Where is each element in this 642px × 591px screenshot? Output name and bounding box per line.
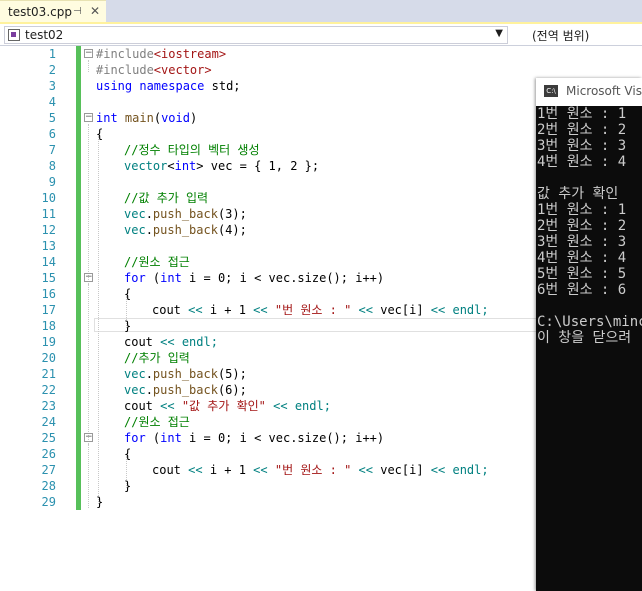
code-text: cout << i + 1 << "번 원소 : " << vec[i] << … bbox=[152, 303, 489, 317]
code-text: int main(void) bbox=[96, 111, 198, 125]
line-number: 18 bbox=[41, 319, 56, 333]
member-scope-value: (전역 범위) bbox=[532, 29, 590, 43]
document-tab-strip: test03.cpp ⊣ ✕ bbox=[0, 0, 642, 24]
line-number: 16 bbox=[41, 287, 56, 301]
line-number: 23 bbox=[41, 399, 56, 413]
code-text: { bbox=[96, 127, 104, 141]
line-number: 5 bbox=[48, 111, 56, 125]
line-number: 7 bbox=[48, 143, 56, 157]
project-scope-dropdown[interactable]: test02 ▼ bbox=[4, 26, 508, 44]
code-text: } bbox=[124, 319, 132, 333]
console-line: C:\Users\minc bbox=[537, 314, 642, 330]
pin-icon[interactable]: ⊣ bbox=[73, 6, 82, 17]
console-line: 3번 원소 : 3 bbox=[537, 234, 627, 250]
console-line: 2번 원소 : 2 bbox=[537, 218, 627, 234]
code-text: cout << endl; bbox=[124, 335, 218, 349]
collapse-icon[interactable]: − bbox=[84, 433, 93, 442]
collapse-icon[interactable]: − bbox=[84, 49, 93, 58]
code-text: } bbox=[96, 495, 104, 509]
console-line: 2번 원소 : 2 bbox=[537, 122, 627, 138]
console-line: 1번 원소 : 1 bbox=[537, 202, 627, 218]
line-number: 17 bbox=[41, 303, 56, 317]
line-number: 28 bbox=[41, 479, 56, 493]
console-line: 1번 원소 : 1 bbox=[537, 106, 627, 122]
code-text: vec.push_back(6); bbox=[124, 383, 247, 397]
console-line: 5번 원소 : 5 bbox=[537, 266, 627, 282]
line-number: 10 bbox=[41, 191, 56, 205]
console-title: Microsoft Visu bbox=[566, 84, 642, 98]
line-number: 4 bbox=[48, 95, 56, 109]
navigation-bar: test02 ▼ (전역 범위) bbox=[0, 24, 642, 46]
line-number: 9 bbox=[48, 175, 56, 189]
code-text: cout << i + 1 << "번 원소 : " << vec[i] << … bbox=[152, 463, 489, 477]
console-app-icon: C:\ bbox=[544, 85, 558, 97]
line-number: 3 bbox=[48, 79, 56, 93]
line-number: 20 bbox=[41, 351, 56, 365]
console-window[interactable]: C:\ Microsoft Visu 1번 원소 : 1 2번 원소 : 2 3… bbox=[536, 78, 642, 591]
code-text: using namespace std; bbox=[96, 79, 241, 93]
code-text: { bbox=[124, 287, 132, 301]
code-text: cout << "값 추가 확인" << endl; bbox=[124, 399, 331, 413]
line-number: 26 bbox=[41, 447, 56, 461]
line-number: 19 bbox=[41, 335, 56, 349]
code-comment: //정수 타입의 벡터 생성 bbox=[124, 143, 260, 157]
code-text: #include<vector> bbox=[96, 63, 212, 77]
line-number: 2 bbox=[48, 63, 56, 77]
line-number: 11 bbox=[41, 207, 56, 221]
console-line: 6번 원소 : 6 bbox=[537, 282, 627, 298]
code-text: vec.push_back(4); bbox=[124, 223, 247, 237]
code-comment: //추가 입력 bbox=[124, 351, 190, 365]
console-line: 3번 원소 : 3 bbox=[537, 138, 627, 154]
console-titlebar[interactable]: C:\ Microsoft Visu bbox=[536, 78, 642, 106]
console-line: 4번 원소 : 4 bbox=[537, 250, 627, 266]
collapse-icon[interactable]: − bbox=[84, 273, 93, 282]
line-number: 15 bbox=[41, 271, 56, 285]
code-text: vector<int> vec = { 1, 2 }; bbox=[124, 159, 320, 173]
line-number: 27 bbox=[41, 463, 56, 477]
code-text: for (int i = 0; i < vec.size(); i++) bbox=[124, 271, 385, 285]
code-comment: //값 추가 입력 bbox=[124, 191, 209, 205]
chevron-down-icon[interactable]: ▼ bbox=[495, 28, 503, 39]
project-icon bbox=[8, 29, 20, 41]
code-comment: //원소 접근 bbox=[124, 255, 190, 269]
project-scope-value: test02 bbox=[25, 28, 64, 42]
tab-test03-cpp[interactable]: test03.cpp ⊣ ✕ bbox=[0, 0, 106, 24]
line-number: 12 bbox=[41, 223, 56, 237]
code-line: 1 − #include<iostream> bbox=[0, 46, 642, 62]
code-line: 2 #include<vector> bbox=[0, 62, 642, 78]
member-scope-dropdown[interactable]: (전역 범위) bbox=[522, 26, 642, 44]
code-comment: //원소 접근 bbox=[124, 415, 190, 429]
line-number: 25 bbox=[41, 431, 56, 445]
line-number: 6 bbox=[48, 127, 56, 141]
line-number: 13 bbox=[41, 239, 56, 253]
code-text: for (int i = 0; i < vec.size(); i++) bbox=[124, 431, 385, 445]
console-output: 1번 원소 : 1 2번 원소 : 2 3번 원소 : 3 4번 원소 : 4 … bbox=[537, 106, 642, 591]
code-text: #include<iostream> bbox=[96, 47, 227, 61]
close-icon[interactable]: ✕ bbox=[90, 4, 100, 18]
console-line: 4번 원소 : 4 bbox=[537, 154, 627, 170]
line-number: 21 bbox=[41, 367, 56, 381]
code-text: { bbox=[124, 447, 132, 461]
line-number: 24 bbox=[41, 415, 56, 429]
line-number: 8 bbox=[48, 159, 56, 173]
code-text: } bbox=[124, 479, 132, 493]
code-text: vec.push_back(5); bbox=[124, 367, 247, 381]
line-number: 1 bbox=[48, 47, 56, 61]
code-text: vec.push_back(3); bbox=[124, 207, 247, 221]
line-number: 22 bbox=[41, 383, 56, 397]
collapse-icon[interactable]: − bbox=[84, 113, 93, 122]
console-line: 값 추가 확인 bbox=[537, 186, 619, 202]
tab-title: test03.cpp bbox=[8, 5, 72, 19]
console-line: 이 창을 닫으려 bbox=[537, 330, 632, 346]
line-number: 29 bbox=[41, 495, 56, 509]
line-number: 14 bbox=[41, 255, 56, 269]
